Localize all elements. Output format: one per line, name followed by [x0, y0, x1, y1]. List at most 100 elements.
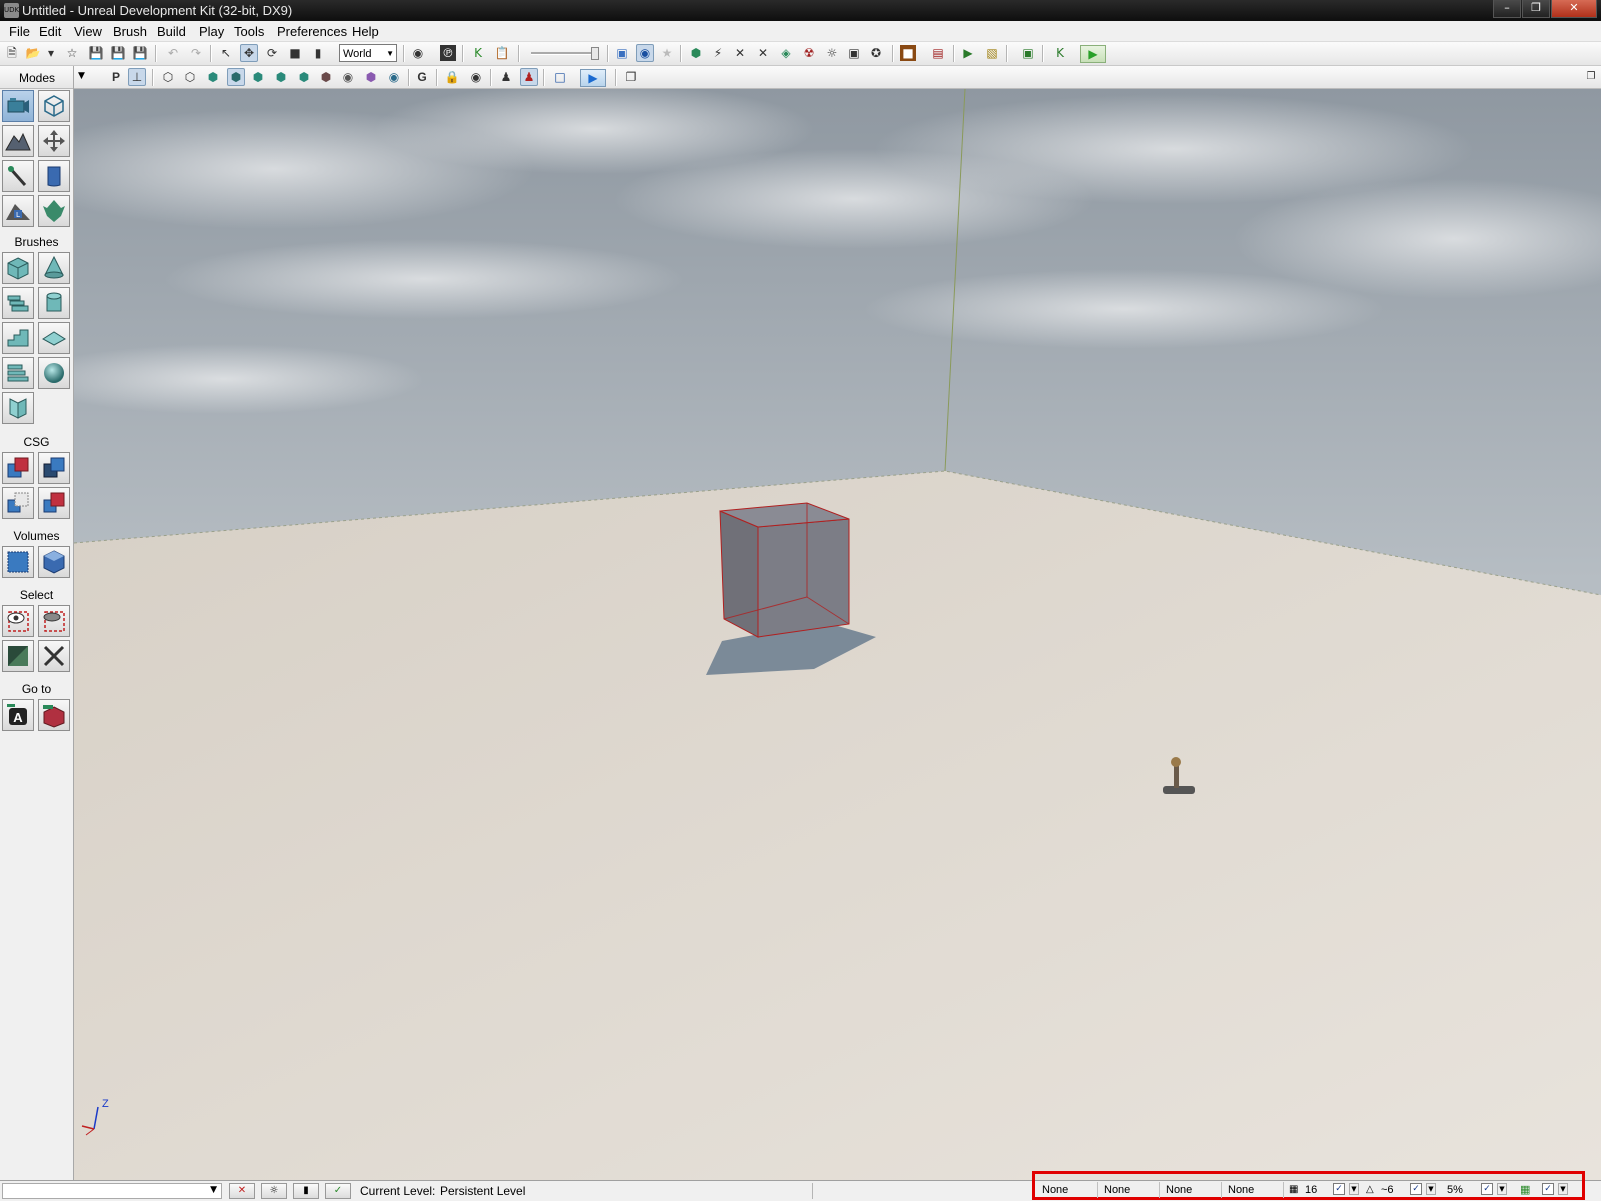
csg-intersect-button[interactable]	[2, 487, 34, 519]
play-viewport-icon[interactable]: ▣	[1020, 45, 1036, 61]
spiral-stair-brush-button[interactable]	[2, 357, 34, 389]
csg-subtract-button[interactable]	[38, 452, 70, 484]
terrain-mode-button[interactable]	[2, 125, 34, 157]
autosave-icon[interactable]: ▦	[1520, 1182, 1530, 1198]
brush-wireframe-icon[interactable]: ⬡	[160, 69, 176, 85]
content-browser-icon[interactable]: 📋	[494, 45, 510, 61]
foliage-mode-button[interactable]	[38, 195, 70, 227]
undo-icon[interactable]: ↶	[165, 45, 181, 61]
autosave-dropdown[interactable]: ▼	[1558, 1183, 1568, 1195]
menu-build[interactable]: Build	[157, 24, 186, 39]
translate-tool-icon[interactable]: ✥	[240, 44, 258, 62]
find-binoculars-icon[interactable]: ◉	[410, 45, 426, 61]
rotate-tool-icon[interactable]: ⟳	[264, 45, 280, 61]
restore-icon[interactable]: ❐	[1522, 0, 1550, 18]
screen-icon[interactable]: ▣	[846, 45, 862, 61]
redo-icon[interactable]: ↷	[188, 45, 204, 61]
cube-brush-actor[interactable]	[719, 502, 850, 638]
camera-speed-slider[interactable]	[531, 46, 599, 60]
favorite-star-icon[interactable]: ☆	[64, 45, 80, 61]
wireframe-icon[interactable]: ⬡	[182, 69, 198, 85]
camera-mode-button[interactable]	[2, 90, 34, 122]
open-folder-icon[interactable]: 📂	[25, 45, 41, 61]
volumetric-brush-button[interactable]	[2, 392, 34, 424]
game-view-toggle[interactable]: G	[414, 69, 430, 85]
add-volume-button[interactable]	[2, 546, 34, 578]
new-file-icon[interactable]: 🗎	[4, 45, 20, 61]
menu-edit[interactable]: Edit	[39, 24, 61, 39]
sheet-brush-button[interactable]	[38, 322, 70, 354]
bookmark-star-icon[interactable]: ★	[659, 45, 675, 61]
scale-tool-icon[interactable]: ■	[287, 45, 303, 61]
coordinate-system-select[interactable]: World ▼	[339, 44, 397, 62]
build-lighting-icon[interactable]: ⚡	[710, 45, 726, 61]
cone-brush-button[interactable]	[38, 252, 70, 284]
menu-brush[interactable]: Brush	[113, 24, 147, 39]
curved-stair-brush-button[interactable]	[2, 287, 34, 319]
kismet-debug-icon[interactable]: K	[1052, 45, 1068, 61]
build-all-icon[interactable]: ◈	[778, 45, 794, 61]
autosave-checkbox[interactable]: ✓	[1542, 1183, 1554, 1195]
scale-snap-checkbox[interactable]: ✓	[1481, 1183, 1493, 1195]
cylinder-brush-button[interactable]	[38, 287, 70, 319]
cube-brush-button[interactable]	[2, 252, 34, 284]
joystick-icon[interactable]: ♟	[498, 69, 514, 85]
menu-preferences[interactable]: Preferences	[277, 24, 347, 39]
slider-thumb[interactable]	[591, 47, 599, 60]
content-cook-icon[interactable]: ▤	[930, 45, 946, 61]
menu-help[interactable]: Help	[352, 24, 379, 39]
realtime-icon[interactable]: ▣	[614, 45, 630, 61]
play-in-editor-icon[interactable]: ▶	[960, 45, 976, 61]
scale-snap-dropdown[interactable]: ▼	[1497, 1183, 1507, 1195]
texture-density-icon[interactable]: ⬢	[318, 69, 334, 85]
build-geometry-icon[interactable]: ⬢	[688, 45, 704, 61]
menu-play[interactable]: Play	[199, 24, 224, 39]
rotation-snap-dropdown[interactable]: ▼	[1426, 1183, 1436, 1195]
eye-icon[interactable]: ◉	[468, 69, 484, 85]
texture-align-mode-button[interactable]	[2, 160, 34, 192]
menu-file[interactable]: File	[9, 24, 30, 39]
reflections-icon[interactable]: ◉	[386, 69, 402, 85]
hide-selected-button[interactable]	[38, 605, 70, 637]
restore-viewport-icon[interactable]: ❐	[1583, 69, 1599, 85]
perspective-viewport[interactable]: Z	[74, 89, 1601, 1180]
shader-complexity-icon[interactable]: ◉	[340, 69, 356, 85]
current-level-value[interactable]: Persistent Level	[440, 1184, 525, 1198]
unreal-frontend-icon[interactable]: ■	[900, 45, 916, 61]
geometry-mode-button[interactable]	[38, 90, 70, 122]
go-to-builder-brush-button[interactable]	[38, 699, 70, 731]
lighting-only-icon[interactable]: ⬢	[273, 69, 289, 85]
chevron-down-icon[interactable]: ▼	[78, 71, 85, 81]
viewport-type-icon[interactable]: ⊥	[128, 68, 146, 86]
swirl-icon[interactable]: ✪	[868, 45, 884, 61]
mesh-paint-mode-button[interactable]	[38, 160, 70, 192]
nonuniform-scale-icon[interactable]: ▮	[310, 45, 326, 61]
show-selected-button[interactable]	[2, 605, 34, 637]
lit-icon[interactable]: ⬢	[227, 68, 245, 86]
volume-bar-icon[interactable]: ▮	[293, 1183, 319, 1199]
play-console-icon[interactable]: ▧	[984, 45, 1000, 61]
save-as-icon[interactable]: 💾	[110, 45, 126, 61]
perspective-toggle[interactable]: P	[108, 69, 124, 85]
build-paths-icon[interactable]: ✕	[732, 45, 748, 61]
level-check-icon[interactable]: ✓	[325, 1183, 351, 1199]
frame-icon[interactable]: □	[552, 69, 568, 85]
save-all-icon[interactable]: 💾	[132, 45, 148, 61]
detail-lighting-icon[interactable]: ⬢	[250, 69, 266, 85]
grid-snap-checkbox[interactable]: ✓	[1333, 1183, 1345, 1195]
save-icon[interactable]: 💾	[88, 45, 104, 61]
build-cover-icon[interactable]: ✕	[755, 45, 771, 61]
lightmap-density-icon[interactable]: ⬢	[363, 69, 379, 85]
map-check-icon[interactable]: ☢	[801, 45, 817, 61]
grid-snap-dropdown[interactable]: ▼	[1349, 1183, 1359, 1195]
linear-stair-brush-button[interactable]	[2, 322, 34, 354]
unlit-icon[interactable]: ⬢	[205, 69, 221, 85]
deselect-button[interactable]	[38, 640, 70, 672]
menu-view[interactable]: View	[74, 24, 102, 39]
minimize-icon[interactable]: –	[1493, 0, 1521, 18]
sphere-brush-button[interactable]	[38, 357, 70, 389]
kismet-icon[interactable]: ℗	[440, 45, 456, 61]
close-icon[interactable]: ✕	[1551, 0, 1597, 18]
play-from-here-icon[interactable]: ▶	[580, 69, 606, 87]
csg-deintersect-button[interactable]	[38, 487, 70, 519]
